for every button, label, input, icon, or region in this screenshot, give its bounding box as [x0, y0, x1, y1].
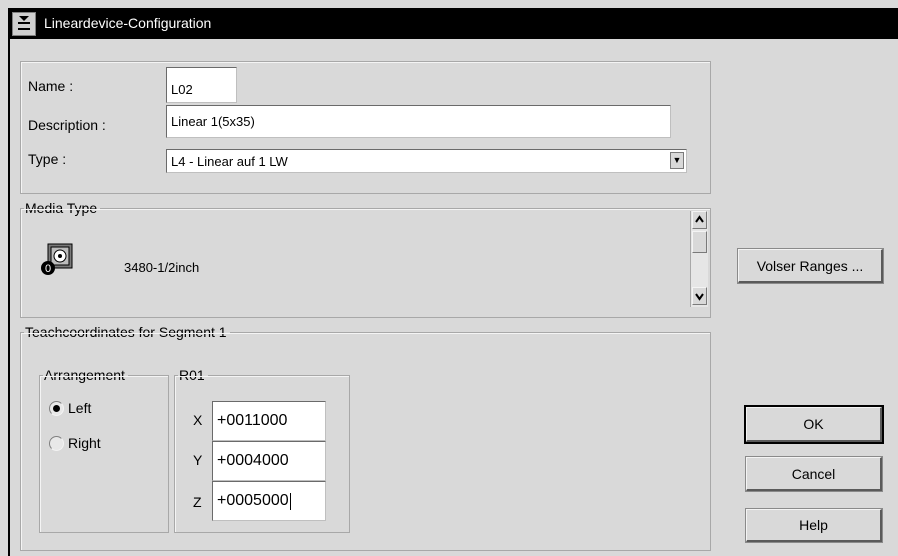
volser-ranges-button[interactable]: Volser Ranges ... [737, 248, 884, 284]
cancel-button[interactable]: Cancel [745, 456, 883, 492]
y-label: Y [193, 452, 203, 468]
y-coordinate-field[interactable]: +0004000 [212, 441, 326, 481]
scroll-up-button[interactable] [692, 211, 707, 229]
type-value: L4 - Linear auf 1 LW [171, 153, 288, 169]
media-type-legend: Media Type [24, 200, 101, 216]
arrangement-legend: Arrangement [43, 367, 128, 383]
z-label: Z [193, 494, 202, 510]
svg-text:0: 0 [45, 263, 51, 275]
window-title: Lineardevice-Configuration [44, 15, 212, 31]
z-coordinate-value: +0005000 [217, 492, 289, 509]
r01-group: R01 X +0011000 Y +0004000 Z +0005000 [174, 367, 350, 533]
r01-legend: R01 [178, 367, 208, 383]
x-coordinate-value: +0011000 [217, 412, 288, 429]
x-coordinate-field[interactable]: +0011000 [212, 401, 326, 441]
dropdown-arrow-icon[interactable]: ▼ [670, 152, 684, 169]
general-group: Name : L02 Description : Linear 1(5x35) … [20, 61, 711, 194]
text-caret [289, 492, 291, 510]
radio-right-indicator[interactable] [49, 435, 64, 451]
x-label: X [193, 412, 203, 428]
y-coordinate-value: +0004000 [217, 452, 289, 469]
type-dropdown[interactable]: L4 - Linear auf 1 LW ▼ [166, 149, 687, 173]
ok-button[interactable]: OK [744, 405, 884, 444]
radio-right[interactable]: Right [49, 435, 101, 451]
teachcoordinates-legend: Teachcoordinates for Segment 1 [24, 324, 230, 340]
type-label: Type : [28, 151, 67, 167]
z-coordinate-field[interactable]: +0005000 [212, 481, 326, 521]
configuration-dialog: Lineardevice-Configuration Name : L02 De… [8, 8, 898, 556]
media-type-group: Media Type 0 3480-1/2inch [20, 200, 711, 318]
arrangement-group: Arrangement Left Right [39, 367, 169, 533]
tape-cartridge-icon[interactable]: 0 [39, 241, 75, 277]
description-label: Description : [28, 117, 106, 133]
system-menu-icon[interactable] [12, 12, 36, 36]
scroll-thumb[interactable] [692, 231, 707, 253]
name-value: L02 [171, 82, 193, 97]
description-value: Linear 1(5x35) [171, 114, 255, 129]
media-scrollbar[interactable] [690, 211, 708, 307]
name-label: Name : [28, 78, 74, 94]
radio-left-label: Left [68, 400, 92, 416]
radio-left-indicator[interactable] [49, 400, 64, 416]
radio-right-label: Right [68, 435, 101, 451]
teachcoordinates-group: Teachcoordinates for Segment 1 Arrangeme… [20, 324, 711, 551]
description-field[interactable]: Linear 1(5x35) [166, 105, 671, 138]
title-bar[interactable]: Lineardevice-Configuration [10, 9, 898, 39]
name-field[interactable]: L02 [166, 67, 237, 103]
radio-left[interactable]: Left [49, 400, 91, 416]
media-type-item[interactable]: 3480-1/2inch [124, 260, 199, 275]
help-button[interactable]: Help [745, 508, 883, 543]
scroll-down-button[interactable] [692, 287, 707, 305]
